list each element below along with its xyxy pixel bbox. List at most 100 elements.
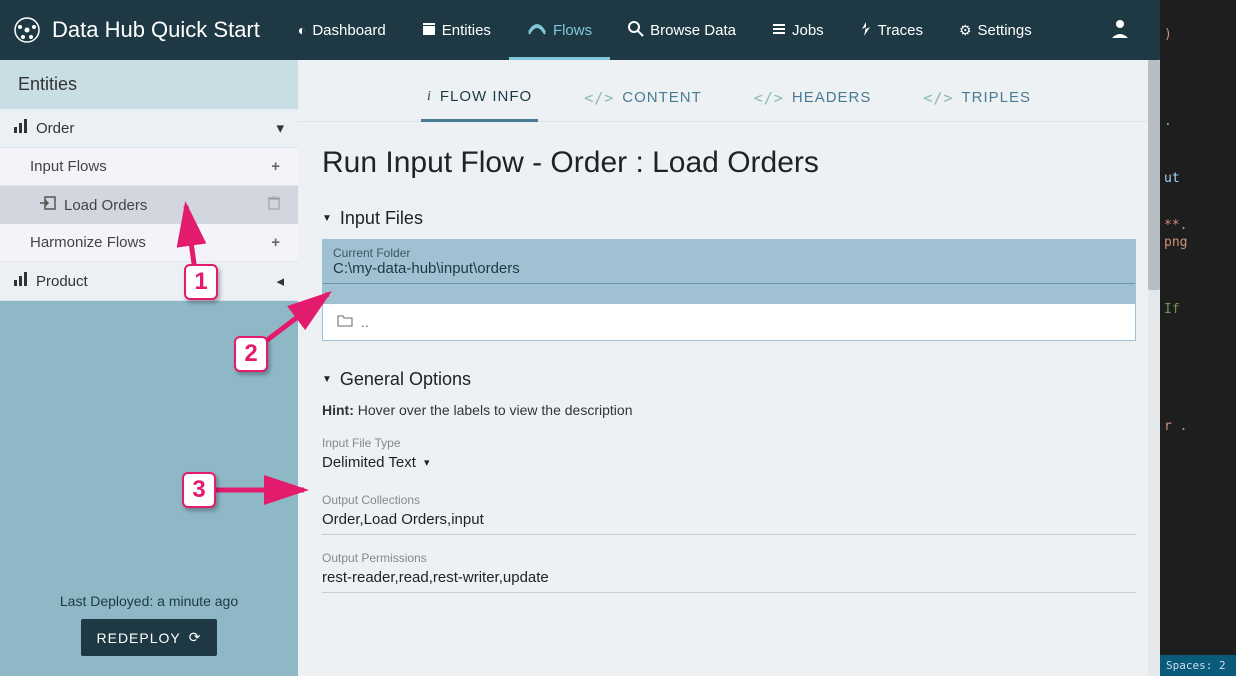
- dashboard-icon: ◐: [298, 22, 306, 38]
- output-permissions-value: rest-reader,read,rest-writer,update: [322, 569, 549, 586]
- sidebar: Entities Order ▾ Input Flows + Load Orde…: [0, 60, 298, 676]
- editor-line: .: [1164, 114, 1172, 129]
- nav-jobs[interactable]: Jobs: [754, 0, 842, 60]
- tabs: i FLOW INFO </> CONTENT </> HEADERS </> TRIP…: [298, 60, 1160, 122]
- load-orders-label: Load Orders: [64, 197, 147, 214]
- nav-entities-label: Entities: [442, 22, 491, 39]
- entity-order[interactable]: Order ▾: [0, 109, 298, 148]
- input-file-type-dropdown[interactable]: Delimited Text: [322, 450, 429, 477]
- refresh-icon: ⟳: [189, 629, 202, 646]
- search-icon: [628, 21, 644, 40]
- tab-triples[interactable]: </> TRIPLES: [917, 80, 1037, 121]
- tab-headers-label: HEADERS: [792, 89, 872, 106]
- info-icon: i: [427, 89, 432, 105]
- app-logo-icon: [12, 15, 42, 45]
- input-flows-item[interactable]: Input Flows +: [0, 148, 298, 186]
- gear-icon: ⚙: [959, 22, 972, 39]
- input-file-type-label: Input File Type: [322, 436, 1136, 450]
- scrollbar[interactable]: [1148, 60, 1160, 676]
- tab-content-label: CONTENT: [622, 89, 702, 106]
- code-icon: </>: [754, 89, 784, 107]
- jobs-icon: [772, 22, 786, 39]
- code-icon: </>: [584, 89, 614, 107]
- plus-icon[interactable]: +: [271, 234, 280, 251]
- nav-traces[interactable]: Traces: [842, 0, 941, 60]
- output-collections-value: Order,Load Orders,input: [322, 511, 484, 528]
- current-folder-label: Current Folder: [323, 240, 1135, 260]
- user-icon: [1110, 18, 1130, 42]
- nav-jobs-label: Jobs: [792, 22, 824, 39]
- page-title: Run Input Flow - Order : Load Orders: [322, 146, 1136, 180]
- nav-entities[interactable]: Entities: [404, 0, 509, 60]
- import-icon: [40, 196, 56, 214]
- editor-line: r .: [1164, 419, 1187, 434]
- entity-product[interactable]: Product ◂: [0, 262, 298, 301]
- harmonize-label: Harmonize Flows: [30, 234, 146, 251]
- tab-flowinfo[interactable]: i FLOW INFO: [421, 80, 538, 122]
- navbar: Data Hub Quick Start ◐ Dashboard Entities…: [0, 0, 1160, 60]
- editor-pane: ) . ut **. png If r . Spaces: 2: [1160, 0, 1236, 676]
- nav-flows[interactable]: Flows: [509, 0, 610, 60]
- nav-dashboard[interactable]: ◐ Dashboard: [280, 0, 404, 60]
- input-files-heading: Input Files: [340, 208, 423, 229]
- editor-line: **.: [1164, 218, 1187, 233]
- nav-settings[interactable]: ⚙ Settings: [941, 0, 1050, 60]
- chevron-down-icon: ▾: [276, 119, 284, 137]
- nav-flows-label: Flows: [553, 22, 592, 39]
- sidebar-footer: Last Deployed: a minute ago REDEPLOY ⟳: [0, 581, 298, 676]
- redeploy-button[interactable]: REDEPLOY ⟳: [81, 619, 218, 656]
- nav-browse[interactable]: Browse Data: [610, 0, 754, 60]
- chart-icon: [14, 272, 28, 290]
- hint: Hint: Hover over the labels to view the …: [322, 402, 1136, 418]
- output-permissions-input[interactable]: rest-reader,read,rest-writer,update: [322, 565, 1136, 593]
- input-files-section[interactable]: Input Files: [322, 208, 1136, 229]
- editor-line: If: [1164, 302, 1180, 317]
- nav-dashboard-label: Dashboard: [312, 22, 385, 39]
- tab-flowinfo-label: FLOW INFO: [440, 88, 532, 105]
- app-title: Data Hub Quick Start: [52, 17, 260, 43]
- plus-icon[interactable]: +: [271, 158, 280, 175]
- tab-triples-label: TRIPLES: [962, 89, 1032, 106]
- nav-traces-label: Traces: [878, 22, 923, 39]
- chevron-left-icon: ◂: [276, 272, 284, 290]
- main: i FLOW INFO </> CONTENT </> HEADERS </> TRIP…: [298, 60, 1160, 676]
- content: Run Input Flow - Order : Load Orders Inp…: [298, 122, 1160, 676]
- hint-bold: Hint:: [322, 402, 354, 418]
- parent-dir-row[interactable]: ..: [323, 304, 1135, 340]
- input-file-type-value: Delimited Text: [322, 454, 416, 471]
- nav-settings-label: Settings: [978, 22, 1032, 39]
- redeploy-label: REDEPLOY: [97, 630, 181, 646]
- output-collections-label: Output Collections: [322, 493, 1136, 507]
- sidebar-heading: Entities: [0, 60, 298, 109]
- general-options-heading: General Options: [340, 369, 471, 390]
- general-options-section[interactable]: General Options: [322, 369, 1136, 390]
- scrollthumb[interactable]: [1148, 60, 1160, 290]
- output-permissions-label: Output Permissions: [322, 551, 1136, 565]
- hint-text: Hover over the labels to view the descri…: [354, 402, 633, 418]
- editor-status: Spaces: 2: [1160, 655, 1236, 676]
- entities-icon: [422, 22, 436, 39]
- flows-icon: [527, 22, 547, 39]
- entity-product-label: Product: [36, 273, 88, 290]
- nav-browse-label: Browse Data: [650, 22, 736, 39]
- nav-user[interactable]: [1092, 0, 1148, 60]
- folder-icon: [337, 314, 353, 330]
- chart-icon: [14, 119, 28, 137]
- traces-icon: [860, 21, 872, 40]
- tab-content[interactable]: </> CONTENT: [578, 80, 708, 121]
- input-flows-label: Input Flows: [30, 158, 107, 175]
- current-folder-value[interactable]: C:\my-data-hub\input\orders: [323, 260, 1135, 284]
- parent-dir-label: ..: [361, 314, 369, 330]
- editor-line: ut: [1164, 171, 1180, 186]
- entity-order-label: Order: [36, 120, 74, 137]
- folder-box: Current Folder C:\my-data-hub\input\orde…: [322, 239, 1136, 341]
- editor-line: png: [1164, 235, 1187, 250]
- load-orders-item[interactable]: Load Orders: [0, 186, 298, 224]
- harmonize-flows-item[interactable]: Harmonize Flows +: [0, 224, 298, 262]
- tab-headers[interactable]: </> HEADERS: [748, 80, 878, 121]
- last-deployed: Last Deployed: a minute ago: [10, 593, 288, 609]
- output-collections-input[interactable]: Order,Load Orders,input: [322, 507, 1136, 535]
- code-icon: </>: [923, 89, 953, 107]
- trash-icon[interactable]: [268, 196, 280, 214]
- editor-line: ): [1164, 27, 1172, 42]
